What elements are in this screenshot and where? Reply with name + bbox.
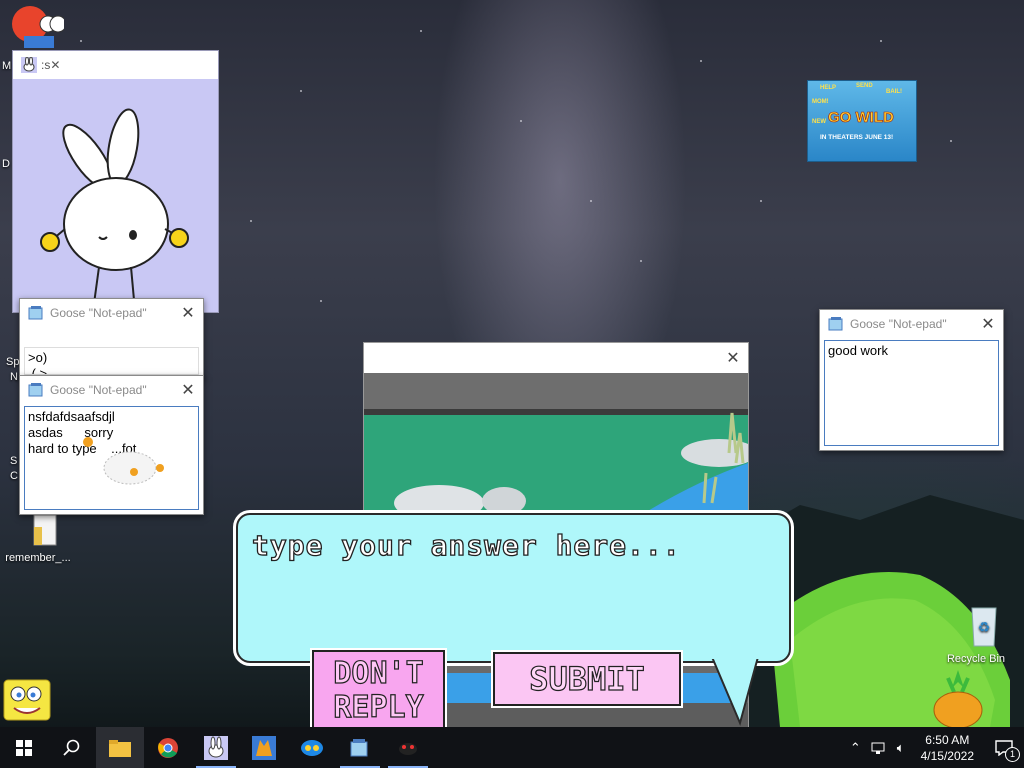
dont-reply-label: DON'T REPLY [333, 656, 425, 725]
close-icon[interactable]: ✕ [718, 348, 748, 368]
close-icon[interactable]: ✕ [173, 303, 203, 323]
chevron-up-icon[interactable]: ⌃ [850, 740, 861, 756]
desktop-icon-label-partial: S [10, 455, 18, 467]
media-app-icon [301, 739, 323, 756]
video-window-titlebar[interactable]: ✕ [364, 343, 748, 373]
notepad-titlebar[interactable]: Goose "Not-epad" ✕ [20, 299, 203, 327]
poster-word: SEND [856, 83, 873, 89]
cat-app-button[interactable] [240, 727, 288, 768]
chrome-icon [158, 737, 178, 758]
notepad-titlebar[interactable]: Goose "Not-epad" ✕ [20, 376, 203, 404]
spongebob-icon[interactable] [0, 678, 56, 724]
close-icon[interactable]: ✕ [173, 380, 203, 400]
goose-app-button[interactable] [384, 727, 432, 768]
windows-icon [16, 739, 32, 756]
notepad-titlebar[interactable]: Goose "Not-epad" ✕ [820, 310, 1003, 338]
answer-input-placeholder[interactable]: type your answer here... [251, 528, 681, 562]
folder-icon [109, 739, 131, 757]
submit-label: SUBMIT [529, 659, 646, 698]
cartoon-app-icon [12, 6, 67, 48]
bunny-app-button[interactable] [192, 727, 240, 768]
desktop-icon-label-partial: C [10, 470, 18, 482]
svg-text:♻: ♻ [978, 619, 991, 635]
start-button[interactable] [0, 727, 48, 768]
desktop-icon-shortcut-1[interactable]: M [2, 2, 67, 72]
desktop-icon-remember[interactable]: remember_... [2, 513, 74, 564]
bunny-illustration [40, 108, 189, 311]
movie-poster[interactable]: HELP SEND MOM! BAIL! NEW GO WILD IN THEA… [807, 80, 917, 162]
poster-word: HELP [820, 85, 837, 91]
clock-date: 4/15/2022 [920, 748, 974, 763]
submit-button[interactable]: SUBMIT [493, 652, 681, 706]
notepad-icon [350, 738, 368, 756]
bunny-window-titlebar[interactable]: :s ✕ [13, 51, 218, 79]
goose-app-icon [399, 742, 417, 755]
dont-reply-button[interactable]: DON'T REPLY [312, 650, 445, 730]
notepad-title: Goose "Not-epad" [50, 306, 147, 320]
notepad-icon [828, 317, 843, 331]
poster-tagline: IN THEATERS JUNE 13! [820, 134, 894, 141]
desktop-icon-label-partial: D [2, 158, 10, 170]
network-icon[interactable] [871, 741, 887, 755]
notepad-app-button[interactable] [336, 727, 384, 768]
notification-count-badge: 1 [1005, 747, 1020, 762]
desktop-icon-label: remember_... [5, 552, 71, 564]
recycle-bin-icon: ♻ [971, 607, 997, 647]
action-center-button[interactable]: 1 [984, 727, 1024, 768]
media-app-button[interactable] [288, 727, 336, 768]
close-icon[interactable]: ✕ [973, 314, 1003, 334]
chrome-button[interactable] [144, 727, 192, 768]
poster-title: GO WILD [828, 109, 894, 127]
desktop-icon-recycle-bin[interactable]: ♻ Recycle Bin [940, 602, 1012, 665]
notepad-window-3[interactable]: Goose "Not-epad" ✕ good work [819, 309, 1004, 451]
clock-time: 6:50 AM [925, 732, 970, 747]
clock[interactable]: 6:50 AM 4/15/2022 [921, 732, 974, 764]
file-explorer-button[interactable] [96, 727, 144, 768]
notepad-window-1[interactable]: Goose "Not-epad" ✕ >o) ( > [19, 298, 204, 380]
bunny-window-title: :s [41, 58, 51, 72]
pineapple-icon[interactable] [930, 668, 986, 728]
speaker-icon[interactable]: 🔈︎ [897, 740, 905, 756]
desktop-icon-label-partial: N [10, 371, 18, 383]
system-tray: ⌃ 🔈︎ 6:50 AM 4/15/2022 1 [844, 727, 1024, 768]
close-icon[interactable]: ✕ [50, 58, 60, 72]
bunny-window[interactable]: :s ✕ [12, 50, 219, 313]
poster-word: NEW [812, 119, 826, 125]
file-icon [33, 514, 57, 546]
notepad-title: Goose "Not-epad" [850, 317, 947, 331]
search-button[interactable] [48, 727, 96, 768]
notepad-icon [28, 306, 43, 320]
notepad-title: Goose "Not-epad" [50, 383, 147, 397]
cat-app-icon [252, 735, 276, 760]
taskbar: ⌃ 🔈︎ 6:50 AM 4/15/2022 1 [0, 727, 1024, 768]
search-icon [63, 739, 80, 756]
poster-word: MOM! [812, 99, 829, 105]
notepad-icon [28, 383, 43, 397]
desktop-icon-label: Recycle Bin [946, 653, 1006, 665]
bunny-app-icon [21, 57, 37, 73]
goose-icon [83, 437, 164, 485]
notepad-text[interactable]: good work [824, 340, 999, 446]
answer-dialog[interactable]: type your answer here... [236, 513, 791, 663]
dialog-tail [710, 655, 762, 727]
notepad-window-2[interactable]: Goose "Not-epad" ✕ nsfdafdsaafsdjl asdas… [19, 375, 204, 515]
bunny-app-icon [204, 735, 228, 760]
desktop-icon-label: M [2, 60, 12, 72]
poster-word: BAIL! [886, 89, 902, 95]
desktop-icon-label-partial: Sp [6, 356, 20, 368]
notepad-text[interactable]: >o) ( > [24, 347, 199, 375]
